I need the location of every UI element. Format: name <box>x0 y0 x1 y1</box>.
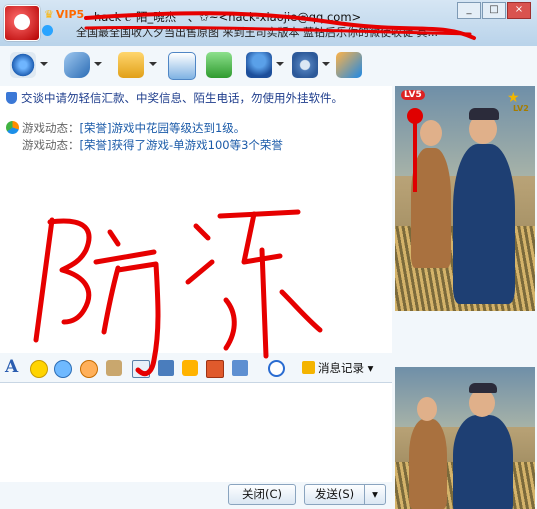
voice-dropdown-icon[interactable] <box>94 62 102 66</box>
screenshot-icon[interactable] <box>132 360 150 378</box>
qzone-icon[interactable] <box>42 25 53 36</box>
video-call-icon[interactable] <box>10 52 36 78</box>
assist-dropdown-icon[interactable] <box>276 62 284 66</box>
search-icon[interactable] <box>268 360 285 377</box>
button-bar: 关闭(C) 发送(S) ▾ <box>0 482 392 509</box>
send-options-button[interactable]: ▾ <box>364 484 386 505</box>
person-woman <box>411 148 451 268</box>
folder-icon[interactable] <box>118 52 144 78</box>
file-dropdown-icon[interactable] <box>149 62 157 66</box>
message-area: 交谈中请勿轻信汇款、中奖信息、陌生电话，勿使用外挂软件。 游戏动态：[荣誉]游戏… <box>0 86 392 353</box>
side-panel: LV5 ★ LV2 <box>393 86 537 509</box>
video-clip-icon[interactable] <box>232 360 248 376</box>
vip-badge[interactable]: ♛ VIP5 <box>44 8 84 21</box>
settings-dropdown-icon[interactable] <box>322 62 330 66</box>
send-button[interactable]: 发送(S) <box>304 484 365 505</box>
font-icon[interactable]: A <box>5 357 18 377</box>
maximize-button[interactable]: □ <box>482 2 506 19</box>
minimize-button[interactable]: _ <box>457 2 481 19</box>
record-icon <box>302 361 315 374</box>
game-activity-link[interactable]: [荣誉]游戏中花园等级达到1级。 <box>80 121 246 135</box>
close-window-button[interactable]: × <box>507 2 531 19</box>
music-icon[interactable] <box>182 360 198 376</box>
chat-header: ♛ VIP5 hack ૮ᵒ陌_晓杰ˆˆ、✩~<hack-xiaojie@qq.c… <box>0 0 537 46</box>
signature-row: 全国最全国收入夕当出售原图 来到王司实版本 蓝钻后乐你的微使收徒 真... <box>40 24 532 40</box>
close-button[interactable]: 关闭(C) <box>228 484 296 505</box>
window-controls: _ □ × <box>456 2 531 19</box>
crown-icon: ♛ <box>44 8 54 21</box>
person-man <box>453 144 515 304</box>
contact-name[interactable]: hack ૮ᵒ陌_晓杰ˆˆ、✩~<hack-xiaojie@qq.com> <box>94 9 361 25</box>
chat-window: ♛ VIP5 hack ૮ᵒ陌_晓杰ˆˆ、✩~<hack-xiaojie@qq.c… <box>0 0 537 509</box>
shield-icon <box>6 92 17 104</box>
voice-message-icon[interactable] <box>106 360 122 376</box>
signature-text: 全国最全国收入夕当出售原图 来到王司实版本 蓝钻后乐你的微使收徒 真... <box>76 26 438 39</box>
image-icon[interactable] <box>158 360 174 376</box>
my-show-photo[interactable] <box>395 367 535 509</box>
sms-icon[interactable] <box>168 52 196 80</box>
video-dropdown-icon[interactable] <box>40 62 48 66</box>
shake-icon[interactable] <box>80 360 98 378</box>
format-toolbar: A 消息记录 ▾ <box>0 355 392 381</box>
contact-show-photo[interactable]: LV5 ★ LV2 <box>395 86 535 311</box>
microphone-icon[interactable] <box>64 52 90 78</box>
remote-assist-icon[interactable] <box>246 52 272 78</box>
add-app-icon[interactable] <box>206 52 232 78</box>
contact-avatar[interactable] <box>4 5 40 41</box>
gift-icon[interactable] <box>206 360 224 378</box>
game-activity-row: 游戏动态：[荣誉]获得了游戏-单游戏100等3个荣誉 <box>22 138 283 152</box>
emoji-icon[interactable] <box>30 360 48 378</box>
message-record-button[interactable]: 消息记录 ▾ <box>302 360 373 376</box>
share-icon[interactable] <box>336 52 362 78</box>
main-toolbar <box>0 48 537 84</box>
level-badge: LV5 <box>401 90 425 100</box>
game-activity-link[interactable]: [荣誉]获得了游戏-单游戏100等3个荣誉 <box>80 138 283 152</box>
game-activity-row: 游戏动态：[荣誉]游戏中花园等级达到1级。 <box>6 120 245 136</box>
game-icon <box>6 121 19 134</box>
settings-gear-icon[interactable] <box>292 52 318 78</box>
magic-emoji-icon[interactable] <box>54 360 72 378</box>
message-input[interactable] <box>0 382 392 483</box>
security-notice: 交谈中请勿轻信汇款、中奖信息、陌生电话，勿使用外挂软件。 <box>6 90 343 106</box>
